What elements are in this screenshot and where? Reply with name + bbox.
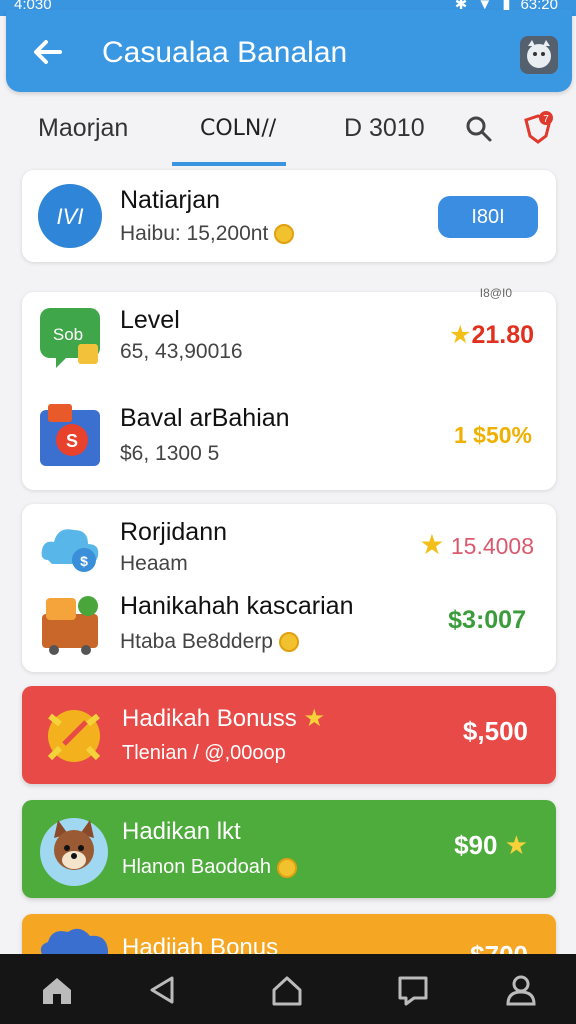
star-icon: ★ [504,830,528,860]
avatar[interactable] [520,36,558,74]
row-value-text: 15.4008 [450,533,534,559]
row-title: Level [120,306,180,334]
coin-icon [278,632,299,653]
star-icon: ★ [419,529,445,560]
treasure-chest-icon [42,596,98,655]
group-corner-label: I8@I0 [479,286,512,300]
star-icon: ★ [449,321,472,349]
svg-text:$: $ [80,553,88,569]
coin-icon [274,224,295,245]
chat-badge-icon: Sob [40,308,100,368]
tab-d3010[interactable]: D 3010 [344,114,425,143]
svg-text:IVI: IVI [57,204,84,229]
promo-value-text: $90 [454,830,498,860]
profile-balance-text: Haibu: 15,200nt [120,222,269,245]
profile-icon[interactable] [504,974,538,1006]
home-icon[interactable] [40,974,74,1006]
tab-coln[interactable]: COLN// [200,116,276,141]
active-tab-indicator [172,162,286,166]
row-value: 1 $50% [453,422,532,448]
promo-banner-red[interactable]: Hadikah Bonuss ★ Tlenian / @,00oop $,500 [22,686,556,784]
star-icon: ★ [303,705,325,732]
row-title: Rorjidann [120,518,228,546]
tab-bar: Maorjan COLN// D 3010 7 [0,96,576,168]
app-bar: Casualaa Banalan [6,10,572,92]
profile-card: IVI Natiarjan Haibu: 15,200nt I80I [22,170,556,262]
row-value: ★ 15.4008 [419,528,534,561]
row-sub: 65, 43,90016 [120,340,243,363]
row-sub: Heaam [120,552,188,575]
promo-title: Hadikah Bonuss ★ [122,704,325,733]
profile-name: Natiarjan [120,186,221,214]
bonus-group-card: $ Rorjidann Heaam ★ 15.4008 Hanikahah ka… [22,504,556,672]
svg-text:S: S [66,431,78,451]
promo-banner-green[interactable]: Hadikan lkt Hlanon Baodoah $90 ★ [22,800,556,898]
rewards-group-card: I8@I0 Sob Level 65, 43,90016 ★21.80 S Ba… [22,286,556,490]
row-title: Baval arBahian [120,404,290,432]
promo-value: $,500 [462,716,528,746]
home-outline-icon[interactable] [270,974,304,1006]
recents-icon[interactable] [396,974,430,1006]
sun-coin-icon [47,710,101,762]
promo-title-text: Hadikah Bonuss [122,705,297,732]
fox-avatar-icon [40,818,108,886]
promo-title: Hadikan lkt [122,818,241,845]
profile-balance: Haibu: 15,200nt [120,222,295,246]
back-arrow-icon[interactable] [30,36,70,68]
row-sub-text: Htaba Be8dderp [120,630,273,653]
search-icon[interactable] [464,114,494,144]
cloud-coin-icon: $ [41,529,99,572]
page-title: Casualaa Banalan [102,36,348,69]
row-sub: Htaba Be8dderp [120,630,299,654]
row-value: ★21.80 [449,320,534,350]
coin-icon [277,857,298,878]
promo-sub-text: Hlanon Baodoah [122,856,272,878]
back-triangle-icon[interactable] [146,974,180,1006]
tab-maorjan[interactable]: Maorjan [38,114,128,143]
promo-sub: Hlanon Baodoah [122,856,298,879]
coin-box-icon: S [40,404,100,466]
system-nav-bar [0,954,576,1024]
svg-text:Sob: Sob [53,325,83,344]
shield-badge-icon[interactable]: 7 [520,110,556,146]
row-sub: $6, 1300 5 [120,442,220,465]
profile-logo-icon: IVI [38,184,102,248]
profile-action-button[interactable]: I80I [438,196,538,238]
row-title: Hanikahah kascarian [120,592,354,620]
svg-text:7: 7 [543,114,549,125]
cat-avatar-icon [527,40,551,68]
row-value-text: 21.80 [471,321,534,349]
promo-sub: Tlenian / @,00oop [122,742,286,764]
row-value: $3:007 [448,606,526,634]
promo-value: $90 ★ [454,830,528,861]
